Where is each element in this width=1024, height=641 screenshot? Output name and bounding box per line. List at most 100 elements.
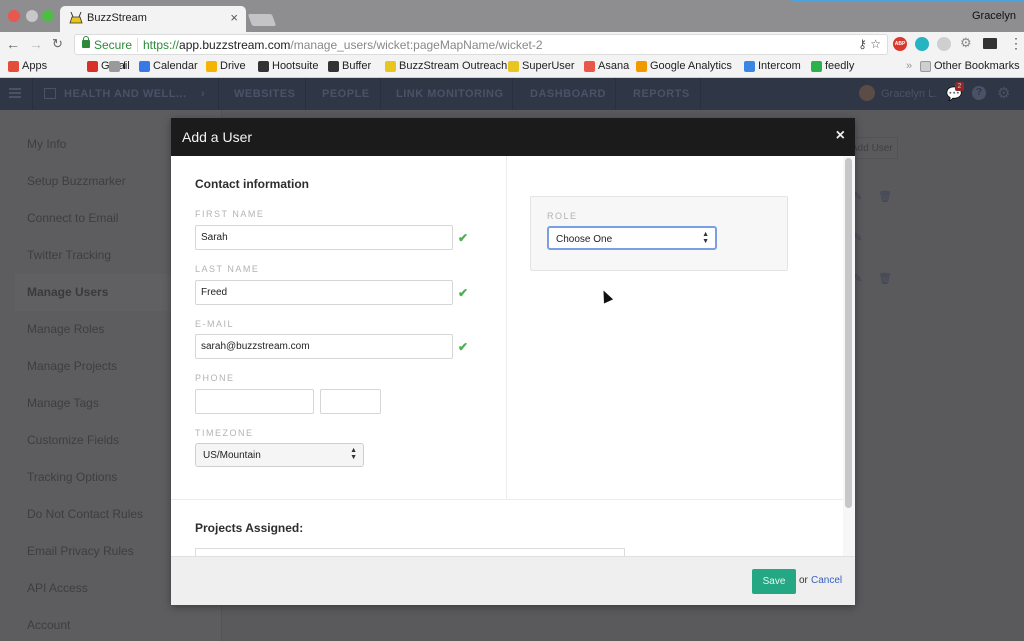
- trash-icon[interactable]: 🗑: [878, 190, 892, 203]
- adblock-extension-icon[interactable]: ABP: [893, 37, 907, 51]
- window-maximize-button[interactable]: [42, 10, 54, 22]
- sidebar-item-my-info[interactable]: My Info: [27, 137, 66, 151]
- bookmark-label: Intercom: [758, 60, 801, 72]
- other-bookmarks-label: Other Bookmarks: [934, 60, 1020, 72]
- sidebar-item-manage-tags[interactable]: Manage Tags: [27, 396, 99, 410]
- reload-icon[interactable]: ↻: [52, 36, 63, 52]
- cancel-link[interactable]: Cancel: [811, 575, 842, 586]
- intercom-icon: [744, 60, 755, 72]
- help-icon[interactable]: ?: [972, 86, 986, 100]
- browser-tab[interactable]: BuzzStream ×: [60, 6, 246, 32]
- trash-icon[interactable]: 🗑: [878, 272, 892, 285]
- bookmark-buzzstream-outreach[interactable]: BuzzStream Outreach: [385, 60, 507, 72]
- window-accent: [792, 0, 1024, 2]
- sidebar-item-account[interactable]: Account: [27, 618, 70, 632]
- sidebar-item-email-privacy-rules[interactable]: Email Privacy Rules: [27, 544, 134, 558]
- save-button[interactable]: Save: [752, 569, 796, 594]
- timezone-value: US/Mountain: [203, 450, 261, 461]
- window-minimize-button[interactable]: [26, 10, 38, 22]
- new-tab-button[interactable]: [247, 14, 277, 26]
- sidebar-item-manage-projects[interactable]: Manage Projects: [27, 359, 117, 373]
- buzzstream-icon: [69, 11, 83, 24]
- user-avatar[interactable]: [859, 85, 875, 101]
- forward-icon[interactable]: →: [29, 36, 43, 52]
- bookmark-superuser[interactable]: SuperUser: [508, 60, 575, 72]
- project-icon: [44, 88, 56, 99]
- first-name-input[interactable]: [195, 225, 453, 250]
- bookmark-buffer[interactable]: Buffer: [328, 60, 371, 72]
- sidebar-item-manage-users[interactable]: Manage Users: [27, 285, 108, 299]
- tab-close-icon[interactable]: ×: [230, 10, 238, 25]
- section-divider: [171, 499, 843, 500]
- nav-divider: [380, 78, 381, 110]
- projects-assigned-input[interactable]: [195, 548, 625, 556]
- chevron-right-icon: ›: [201, 88, 206, 100]
- lock-icon: [82, 36, 90, 48]
- hamburger-menu-icon[interactable]: [9, 88, 21, 98]
- bookmarks-bar: Other Bookmarks » AppsGmailICalendarDriv…: [0, 57, 1024, 78]
- window-close-button[interactable]: [8, 10, 20, 22]
- first-name-valid-check-icon: ✔: [458, 231, 469, 245]
- nav-divider: [615, 78, 616, 110]
- nav-link-monitoring[interactable]: LINK MONITORING: [396, 88, 504, 100]
- nav-reports[interactable]: REPORTS: [633, 88, 690, 100]
- scrollbar-thumb[interactable]: [845, 158, 852, 508]
- sidebar-item-api-access[interactable]: API Access: [27, 581, 88, 595]
- email-valid-check-icon: ✔: [458, 340, 469, 354]
- role-label: ROLE: [547, 211, 578, 221]
- bookmark-star-icon[interactable]: ☆: [870, 37, 881, 51]
- url-separator: [137, 38, 138, 52]
- bookmark-asana[interactable]: Asana: [584, 60, 629, 72]
- bookmark-i[interactable]: I: [109, 60, 126, 72]
- card-extension-icon[interactable]: [983, 38, 997, 49]
- last-name-input[interactable]: [195, 280, 453, 305]
- address-bar[interactable]: Secure https://app.buzzstream.com/manage…: [74, 34, 888, 55]
- email-input[interactable]: [195, 334, 453, 359]
- key-icon[interactable]: ⚷: [858, 37, 867, 51]
- role-select[interactable]: Choose One ▲ ▼: [547, 226, 717, 250]
- nav-dashboard[interactable]: DASHBOARD: [530, 88, 606, 100]
- user-name[interactable]: Gracelyn L.: [881, 88, 937, 100]
- gear-extension-icon[interactable]: ⚙: [960, 35, 972, 51]
- browser-toolbar: ← → ↻ Secure https://app.buzzstream.com/…: [0, 32, 1024, 57]
- project-selector[interactable]: HEALTH AND WELL...: [64, 88, 187, 100]
- sidebar-item-twitter-tracking[interactable]: Twitter Tracking: [27, 248, 111, 262]
- email-label: E-MAIL: [195, 319, 235, 329]
- modal-close-icon[interactable]: ×: [836, 127, 845, 145]
- bookmark-label: Drive: [220, 60, 246, 72]
- other-bookmarks[interactable]: Other Bookmarks: [920, 60, 1020, 72]
- grey-extension-icon[interactable]: [937, 37, 951, 51]
- timezone-select[interactable]: US/Mountain ▲ ▼: [195, 443, 364, 467]
- bookmarks-overflow-icon[interactable]: »: [906, 60, 912, 72]
- phone-extension-input[interactable]: [320, 389, 381, 414]
- url-scheme: https://: [143, 38, 180, 52]
- folder-icon: [920, 60, 931, 72]
- browser-menu-icon[interactable]: ⋮: [1009, 35, 1023, 52]
- bookmark-google-analytics[interactable]: Google Analytics: [636, 60, 732, 72]
- select-arrows-icon: ▲ ▼: [702, 231, 709, 245]
- bookmark-drive[interactable]: Drive: [206, 60, 246, 72]
- sidebar-item-manage-roles[interactable]: Manage Roles: [27, 322, 104, 336]
- buzzstream-icon: [508, 60, 519, 72]
- nav-websites[interactable]: WEBSITES: [234, 88, 295, 100]
- profile-name[interactable]: Gracelyn: [972, 10, 1016, 22]
- back-icon[interactable]: ←: [6, 36, 20, 52]
- column-divider: [506, 156, 507, 499]
- bookmark-hootsuite[interactable]: Hootsuite: [258, 60, 318, 72]
- bookmark-intercom[interactable]: Intercom: [744, 60, 801, 72]
- sidebar-item-setup-buzzmarker[interactable]: Setup Buzzmarker: [27, 174, 126, 188]
- bookmark-apps[interactable]: Apps: [8, 60, 47, 72]
- settings-gear-icon[interactable]: ⚙: [997, 84, 1010, 102]
- sidebar-item-connect-to-email[interactable]: Connect to Email: [27, 211, 118, 225]
- last-name-valid-check-icon: ✔: [458, 286, 469, 300]
- sidebar-item-do-not-contact-rules[interactable]: Do Not Contact Rules: [27, 507, 143, 521]
- sidebar-item-customize-fields[interactable]: Customize Fields: [27, 433, 119, 447]
- url-text[interactable]: https://app.buzzstream.com/manage_users/…: [143, 38, 543, 52]
- nav-people[interactable]: PEOPLE: [322, 88, 370, 100]
- modal-scrollbar[interactable]: [843, 156, 855, 556]
- teal-extension-icon[interactable]: [915, 37, 929, 51]
- sidebar-item-tracking-options[interactable]: Tracking Options: [27, 470, 117, 484]
- phone-input[interactable]: [195, 389, 314, 414]
- bookmark-calendar[interactable]: Calendar: [139, 60, 198, 72]
- bookmark-feedly[interactable]: feedly: [811, 60, 854, 72]
